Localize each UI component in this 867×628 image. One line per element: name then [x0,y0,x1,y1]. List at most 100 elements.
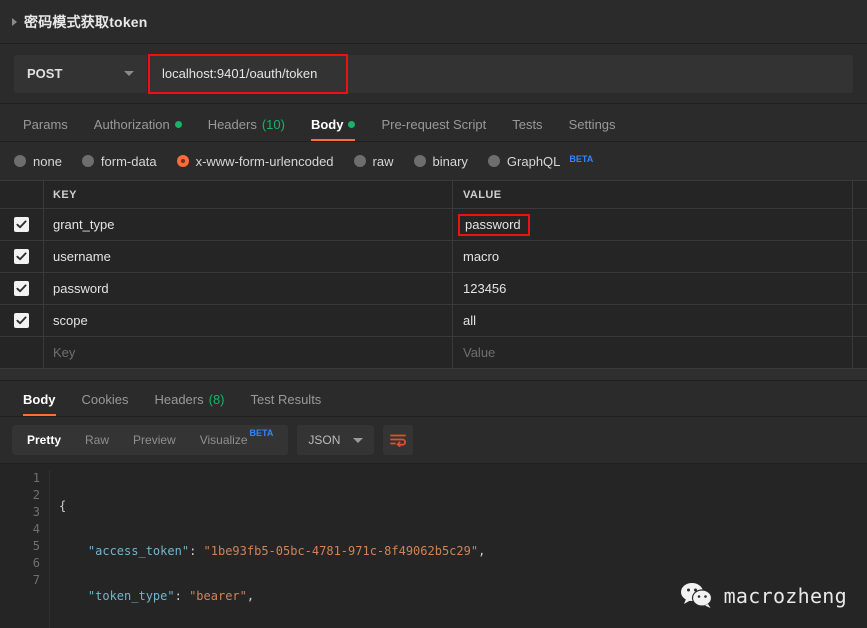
line-number: 3 [32,505,40,519]
table-row[interactable]: scope all [0,305,867,337]
line-number: 4 [32,522,40,536]
radio-graphql[interactable]: GraphQL BETA [487,154,593,169]
row-end-cell [853,337,867,368]
tab-label: Body [23,392,56,407]
table-row-empty[interactable]: Key Value [0,337,867,369]
view-mode-raw[interactable]: Raw [73,428,121,452]
row-key[interactable]: username [44,241,453,272]
radio-label: none [33,153,62,169]
radio-label: x-www-form-urlencoded [195,153,334,169]
tab-label: Body [310,117,344,132]
line-number: 1 [32,471,40,485]
checkbox-checked-icon[interactable] [14,217,29,232]
tab-authorization[interactable]: Authorization [81,117,195,141]
tab-label: Tests [512,117,543,132]
view-mode-pretty[interactable]: Pretty [15,428,73,452]
row-value[interactable]: macro [453,241,853,272]
word-wrap-button[interactable] [383,425,414,455]
row-key[interactable]: grant_type [44,209,453,240]
radio-x-www-form-urlencoded[interactable]: x-www-form-urlencoded [176,153,334,169]
request-titlebar: 密码模式获取token [0,0,867,44]
row-checkbox-cell[interactable] [0,209,44,240]
table-row[interactable]: username macro [0,241,867,273]
json-line-open: { [59,499,67,513]
row-key[interactable]: password [44,273,453,304]
line-number: 2 [32,488,40,502]
row-value[interactable]: 123456 [453,273,853,304]
response-format-label: JSON [308,433,341,447]
header-value: VALUE [453,181,853,208]
row-value[interactable]: all [453,305,853,336]
panel-splitter[interactable] [0,369,867,381]
radio-icon-selected [176,155,189,167]
table-header-row: KEY VALUE [0,181,867,209]
row-value-cell[interactable]: password [453,209,853,240]
header-key: KEY [44,181,453,208]
collapse-caret-icon[interactable] [12,17,17,26]
radio-label: raw [372,153,394,169]
tab-count: (10) [261,117,285,132]
url-input[interactable]: localhost:9401/oauth/token [148,53,348,94]
tab-label: Params [23,117,68,132]
line-number: 5 [32,539,40,553]
http-method-label: POST [27,66,63,81]
json-value-access-token: 1be93fb5-05bc-4781-971c-8f49062b5c29 [210,544,471,558]
row-key[interactable]: scope [44,305,453,336]
response-toolbar: Pretty Raw Preview Visualize BETA JSON [0,417,867,463]
response-panel: Body Cookies Headers (8) Test Results Pr… [0,381,867,628]
checkbox-checked-icon[interactable] [14,281,29,296]
row-checkbox-cell[interactable] [0,273,44,304]
view-mode-preview[interactable]: Preview [121,428,188,452]
line-number: 7 [32,573,40,587]
response-tab-headers[interactable]: Headers (8) [141,392,237,416]
tab-label: Test Results [250,392,322,407]
view-mode-label: Raw [85,433,110,447]
radio-raw[interactable]: raw [353,153,394,169]
postman-window: 密码模式获取token POST localhost:9401/oauth/to… [0,0,867,628]
table-row[interactable]: password 123456 [0,273,867,305]
radio-label: binary [432,153,468,169]
row-end-cell [853,209,867,240]
checkbox-checked-icon[interactable] [14,313,29,328]
tab-count: (8) [208,392,225,407]
tab-body[interactable]: Body [298,117,369,141]
response-tab-body[interactable]: Body [10,392,69,416]
response-tab-cookies[interactable]: Cookies [69,392,142,416]
tab-tests[interactable]: Tests [499,117,555,141]
view-mode-group: Pretty Raw Preview Visualize BETA [12,425,289,455]
status-dot-icon [348,121,356,128]
beta-badge: BETA [249,428,274,438]
radio-binary[interactable]: binary [413,153,468,169]
header-end-cell [853,181,867,208]
row-value: password [458,213,530,236]
tab-pre-request-script[interactable]: Pre-request Script [368,117,499,141]
checkbox-checked-icon[interactable] [14,249,29,264]
tab-label: Pre-request Script [381,117,487,132]
row-checkbox-cell[interactable] [0,337,44,368]
url-bar-row: POST localhost:9401/oauth/token [0,44,867,104]
row-checkbox-cell[interactable] [0,305,44,336]
tab-settings[interactable]: Settings [556,117,629,141]
row-end-cell [853,273,867,304]
row-end-cell [853,241,867,272]
form-params-table: KEY VALUE grant_type password username m… [0,180,867,369]
row-checkbox-cell[interactable] [0,241,44,272]
response-tabs: Body Cookies Headers (8) Test Results [0,381,867,417]
tab-label: Settings [568,117,616,132]
response-body-code[interactable]: 1 2 3 4 5 6 7 { "access_token": "1be93fb… [0,463,867,628]
body-type-radio-group: none form-data x-www-form-urlencoded raw… [0,142,867,180]
http-method-select[interactable]: POST [14,54,148,93]
view-mode-label: Preview [133,433,176,447]
tab-params[interactable]: Params [10,117,81,141]
radio-none[interactable]: none [14,154,62,169]
response-tab-test-results[interactable]: Test Results [238,392,335,416]
tab-headers[interactable]: Headers (10) [195,117,298,141]
view-mode-visualize[interactable]: Visualize BETA [188,428,286,452]
table-row[interactable]: grant_type password [0,209,867,241]
radio-form-data[interactable]: form-data [81,154,157,169]
new-value-input[interactable]: Value [453,337,853,368]
response-format-select[interactable]: JSON [297,425,375,455]
new-key-input[interactable]: Key [44,337,453,368]
radio-icon [413,155,426,167]
request-tabs: Params Authorization Headers (10) Body P… [0,104,867,142]
